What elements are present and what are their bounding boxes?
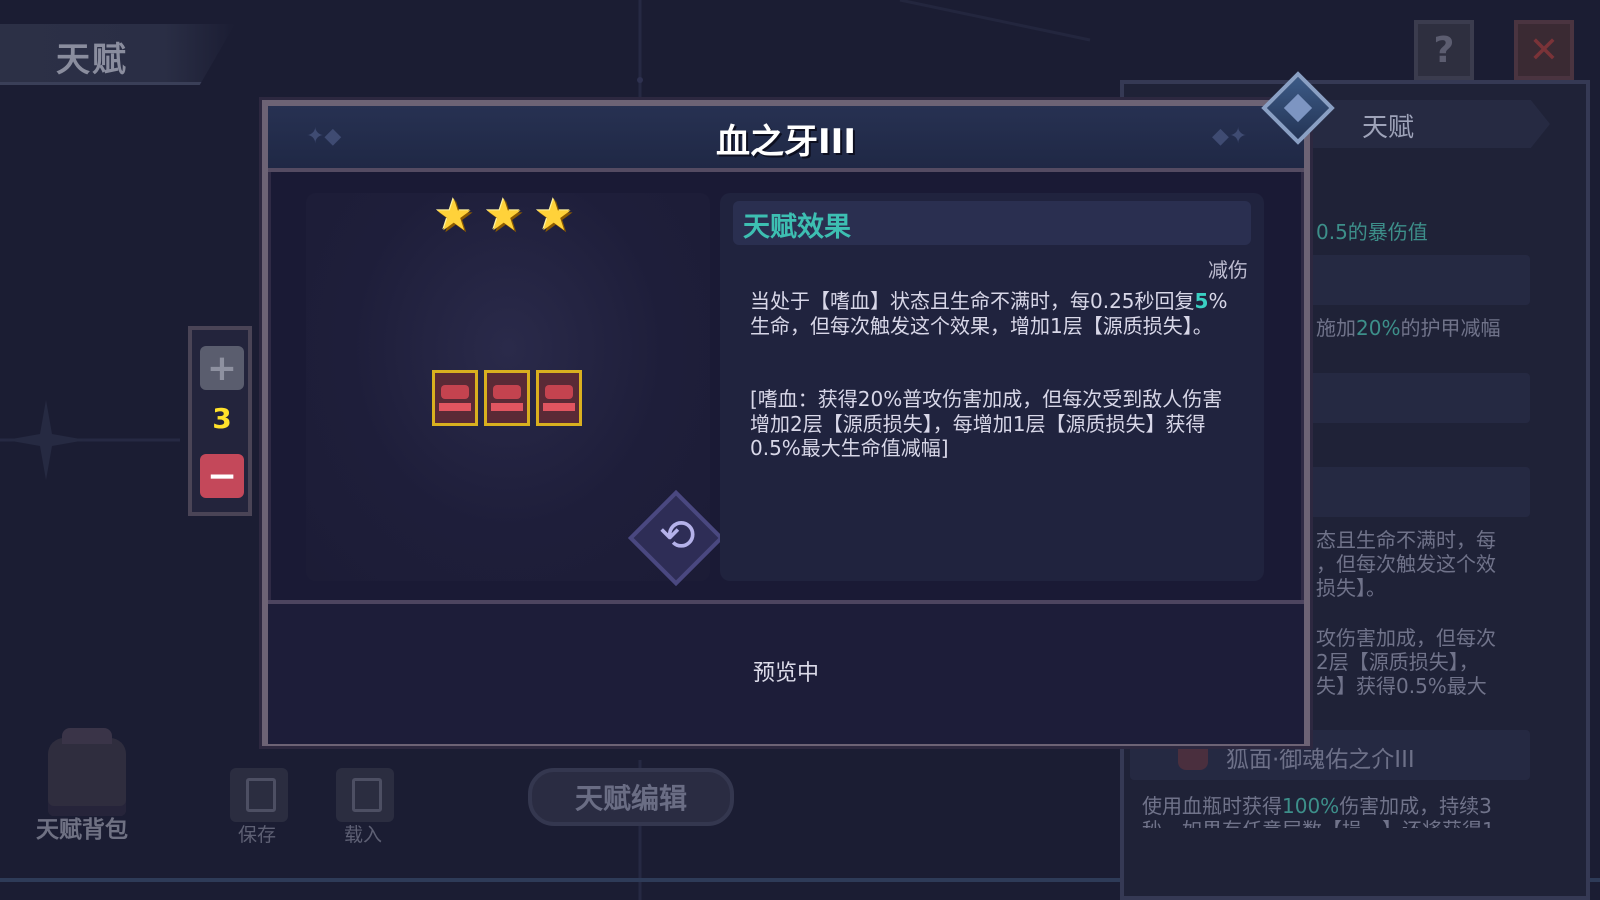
help-button[interactable]: ? xyxy=(1414,20,1474,80)
preview-status: 预览中 xyxy=(752,661,819,686)
star-icon: ★ xyxy=(434,190,474,241)
blood-fang-icon xyxy=(432,370,478,426)
talent-edit-button[interactable]: 天赋编辑 xyxy=(528,768,734,826)
side-line: 失】获得0.5%最大 xyxy=(1316,674,1487,698)
modal-title: 血之牙III xyxy=(716,122,856,162)
talent-tag: 减伤 xyxy=(1208,258,1248,282)
minus-icon: − xyxy=(206,455,238,497)
talent-edit-label: 天赋编辑 xyxy=(574,782,687,815)
page-title-banner: 天赋 xyxy=(0,24,235,85)
side-line: 0.5的暴伤值 xyxy=(1316,220,1428,244)
effect-header-label: 天赋效果 xyxy=(743,212,851,243)
page-title: 天赋 xyxy=(56,40,128,80)
talent-list-title: 天赋 xyxy=(1362,113,1415,143)
blood-fang-icon xyxy=(536,370,582,426)
talent-item-desc-line2: 秒，如果有任意层数【损…】还将获得1 xyxy=(1142,814,1495,828)
plus-icon: + xyxy=(206,347,238,389)
backpack-label[interactable]: 天赋背包 xyxy=(36,810,128,844)
decrement-button[interactable]: − xyxy=(200,454,244,498)
close-icon: ✕ xyxy=(1528,29,1560,71)
side-row xyxy=(1300,467,1530,517)
star-icon: ★ xyxy=(484,190,524,241)
talent-list-header: 天赋 xyxy=(1310,100,1550,148)
talent-icons xyxy=(432,370,582,426)
star-icon: ★ xyxy=(534,190,574,241)
blood-fang-icon xyxy=(484,370,530,426)
increment-button[interactable]: + xyxy=(200,346,244,390)
side-row xyxy=(1300,255,1530,305)
side-line: 施加20%的护甲减幅 xyxy=(1316,316,1501,340)
save-button[interactable]: 保存 xyxy=(230,768,288,846)
load-label: 载入 xyxy=(344,824,383,846)
side-line: 损失】。 xyxy=(1316,576,1386,600)
close-button[interactable]: ✕ xyxy=(1514,20,1574,80)
question-icon: ? xyxy=(1433,29,1455,71)
stepper-count: 3 xyxy=(212,402,232,435)
star-rating: ★ ★ ★ xyxy=(434,190,576,241)
refresh-icon: ⟲ xyxy=(658,510,696,561)
save-label: 保存 xyxy=(238,824,277,846)
load-icon xyxy=(352,778,382,812)
save-icon xyxy=(246,778,276,812)
side-row xyxy=(1300,373,1530,423)
backpack-icon[interactable] xyxy=(48,728,126,816)
bloodthirst-description: [嗜血：获得20%普攻伤害加成，但每次受到敌人伤害增加2层【源质损失】，每增加1… xyxy=(750,387,1223,460)
effect-description: 当处于【嗜血】状态且生命不满时，每0.25秒回复5%生命，但每次触发这个效果，增… xyxy=(750,289,1228,338)
effect-header: 天赋效果 xyxy=(733,201,1251,245)
load-button[interactable]: 载入 xyxy=(336,768,394,846)
